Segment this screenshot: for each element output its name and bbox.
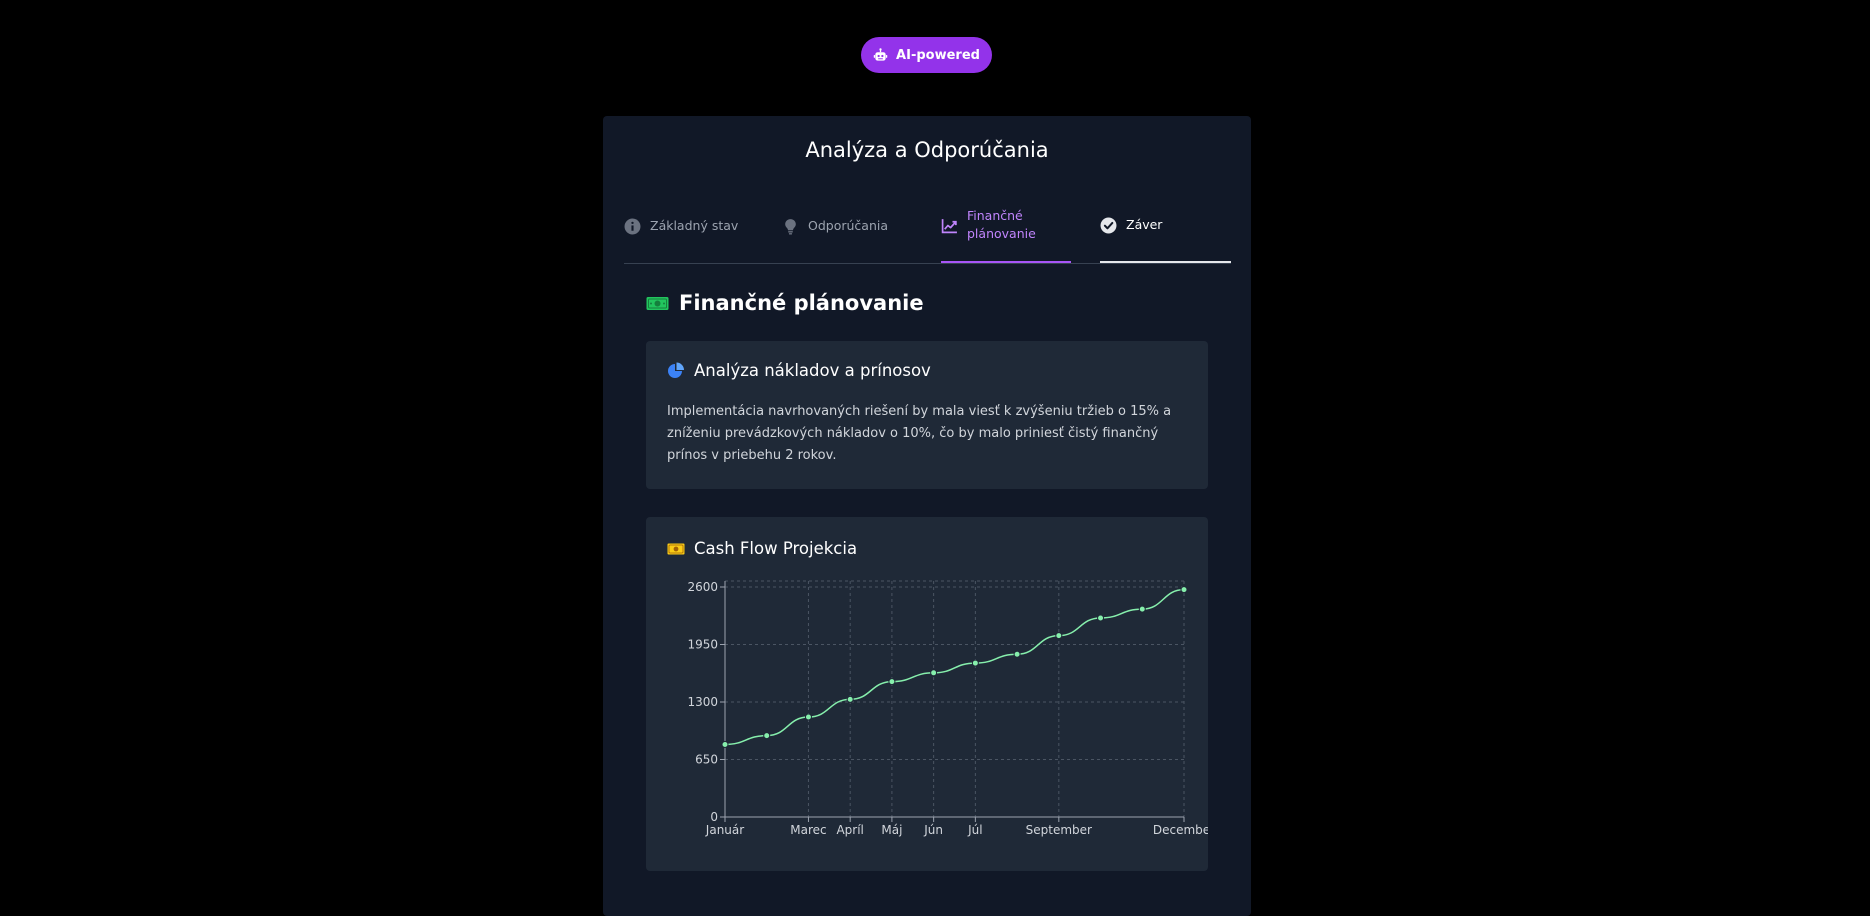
series-line [724,588,1185,746]
data-point [1180,586,1188,594]
x-tick-label: Jún [923,823,943,837]
x-tick-label: September [1026,823,1092,837]
tab-label: Záver [1126,217,1163,232]
section-title: Finančné plánovanie [646,291,924,315]
data-point [804,713,812,721]
lightbulb-icon [785,218,796,234]
cost-benefit-card: Analýza nákladov a prínosov Implementáci… [646,341,1208,489]
y-tick-label: 1300 [687,695,718,709]
tab-label: Základný stav [650,218,739,233]
analysis-panel: Analýza a Odporúčania Základný stav Odpo… [603,116,1251,916]
y-tick-label: 2600 [687,580,718,594]
pie-chart-icon [668,362,684,378]
cash-flow-card: Cash Flow Projekcia 0 650 1300 1950 2600 Janu… [646,517,1208,871]
x-tick-label: Marec [790,823,826,837]
cash-flow-chart: 0 650 1300 1950 2600 Január Marec Apríl Máj Jún Jú… [687,580,1208,837]
tab-label: Odporúčania [808,218,889,233]
x-tick-label: December [1153,823,1208,837]
data-point [1138,605,1146,613]
money-bill-icon [646,296,669,310]
data-point [888,678,896,686]
info-circle-icon [624,218,641,234]
tab-financne-planovanie[interactable]: Finančné plánovanie [941,189,1071,263]
badge-label: AI-powered [896,47,980,63]
ai-powered-badge: AI-powered [861,37,992,73]
card-header: Analýza nákladov a prínosov [667,361,931,380]
data-point [930,669,938,677]
data-point [1055,632,1063,640]
data-point [1097,614,1105,622]
data-point [721,740,729,748]
card-title: Analýza nákladov a prínosov [694,361,931,380]
data-point [971,659,979,667]
card-body-text: Implementácia navrhovaných riešení by ma… [667,404,1172,463]
tab-zakladny-stav[interactable]: Základný stav [624,189,754,263]
tab-label: Finančné plánovanie [967,208,1036,241]
x-tick-label: Január [705,823,744,837]
data-point [1013,650,1021,658]
data-point [763,732,771,740]
x-tick-label: Apríl [836,823,863,837]
data-point [846,695,854,703]
check-circle-icon [1100,217,1117,233]
y-tick-label: 1950 [687,638,718,652]
chart-line-icon [941,218,957,233]
tab-zaver[interactable]: Záver [1100,189,1231,263]
tab-bar: Základný stav Odporúčania Finančné pláno… [624,189,1231,264]
section-title-text: Finančné plánovanie [679,291,924,315]
x-tick-label: Máj [881,823,902,837]
page-title: Analýza a Odporúčania [805,138,1049,162]
tab-odporucania[interactable]: Odporúčania [782,189,912,263]
x-tick-label: Júl [967,823,982,837]
robot-icon [873,47,888,61]
y-tick-label: 650 [695,753,718,767]
y-tick-label: 0 [710,810,718,824]
